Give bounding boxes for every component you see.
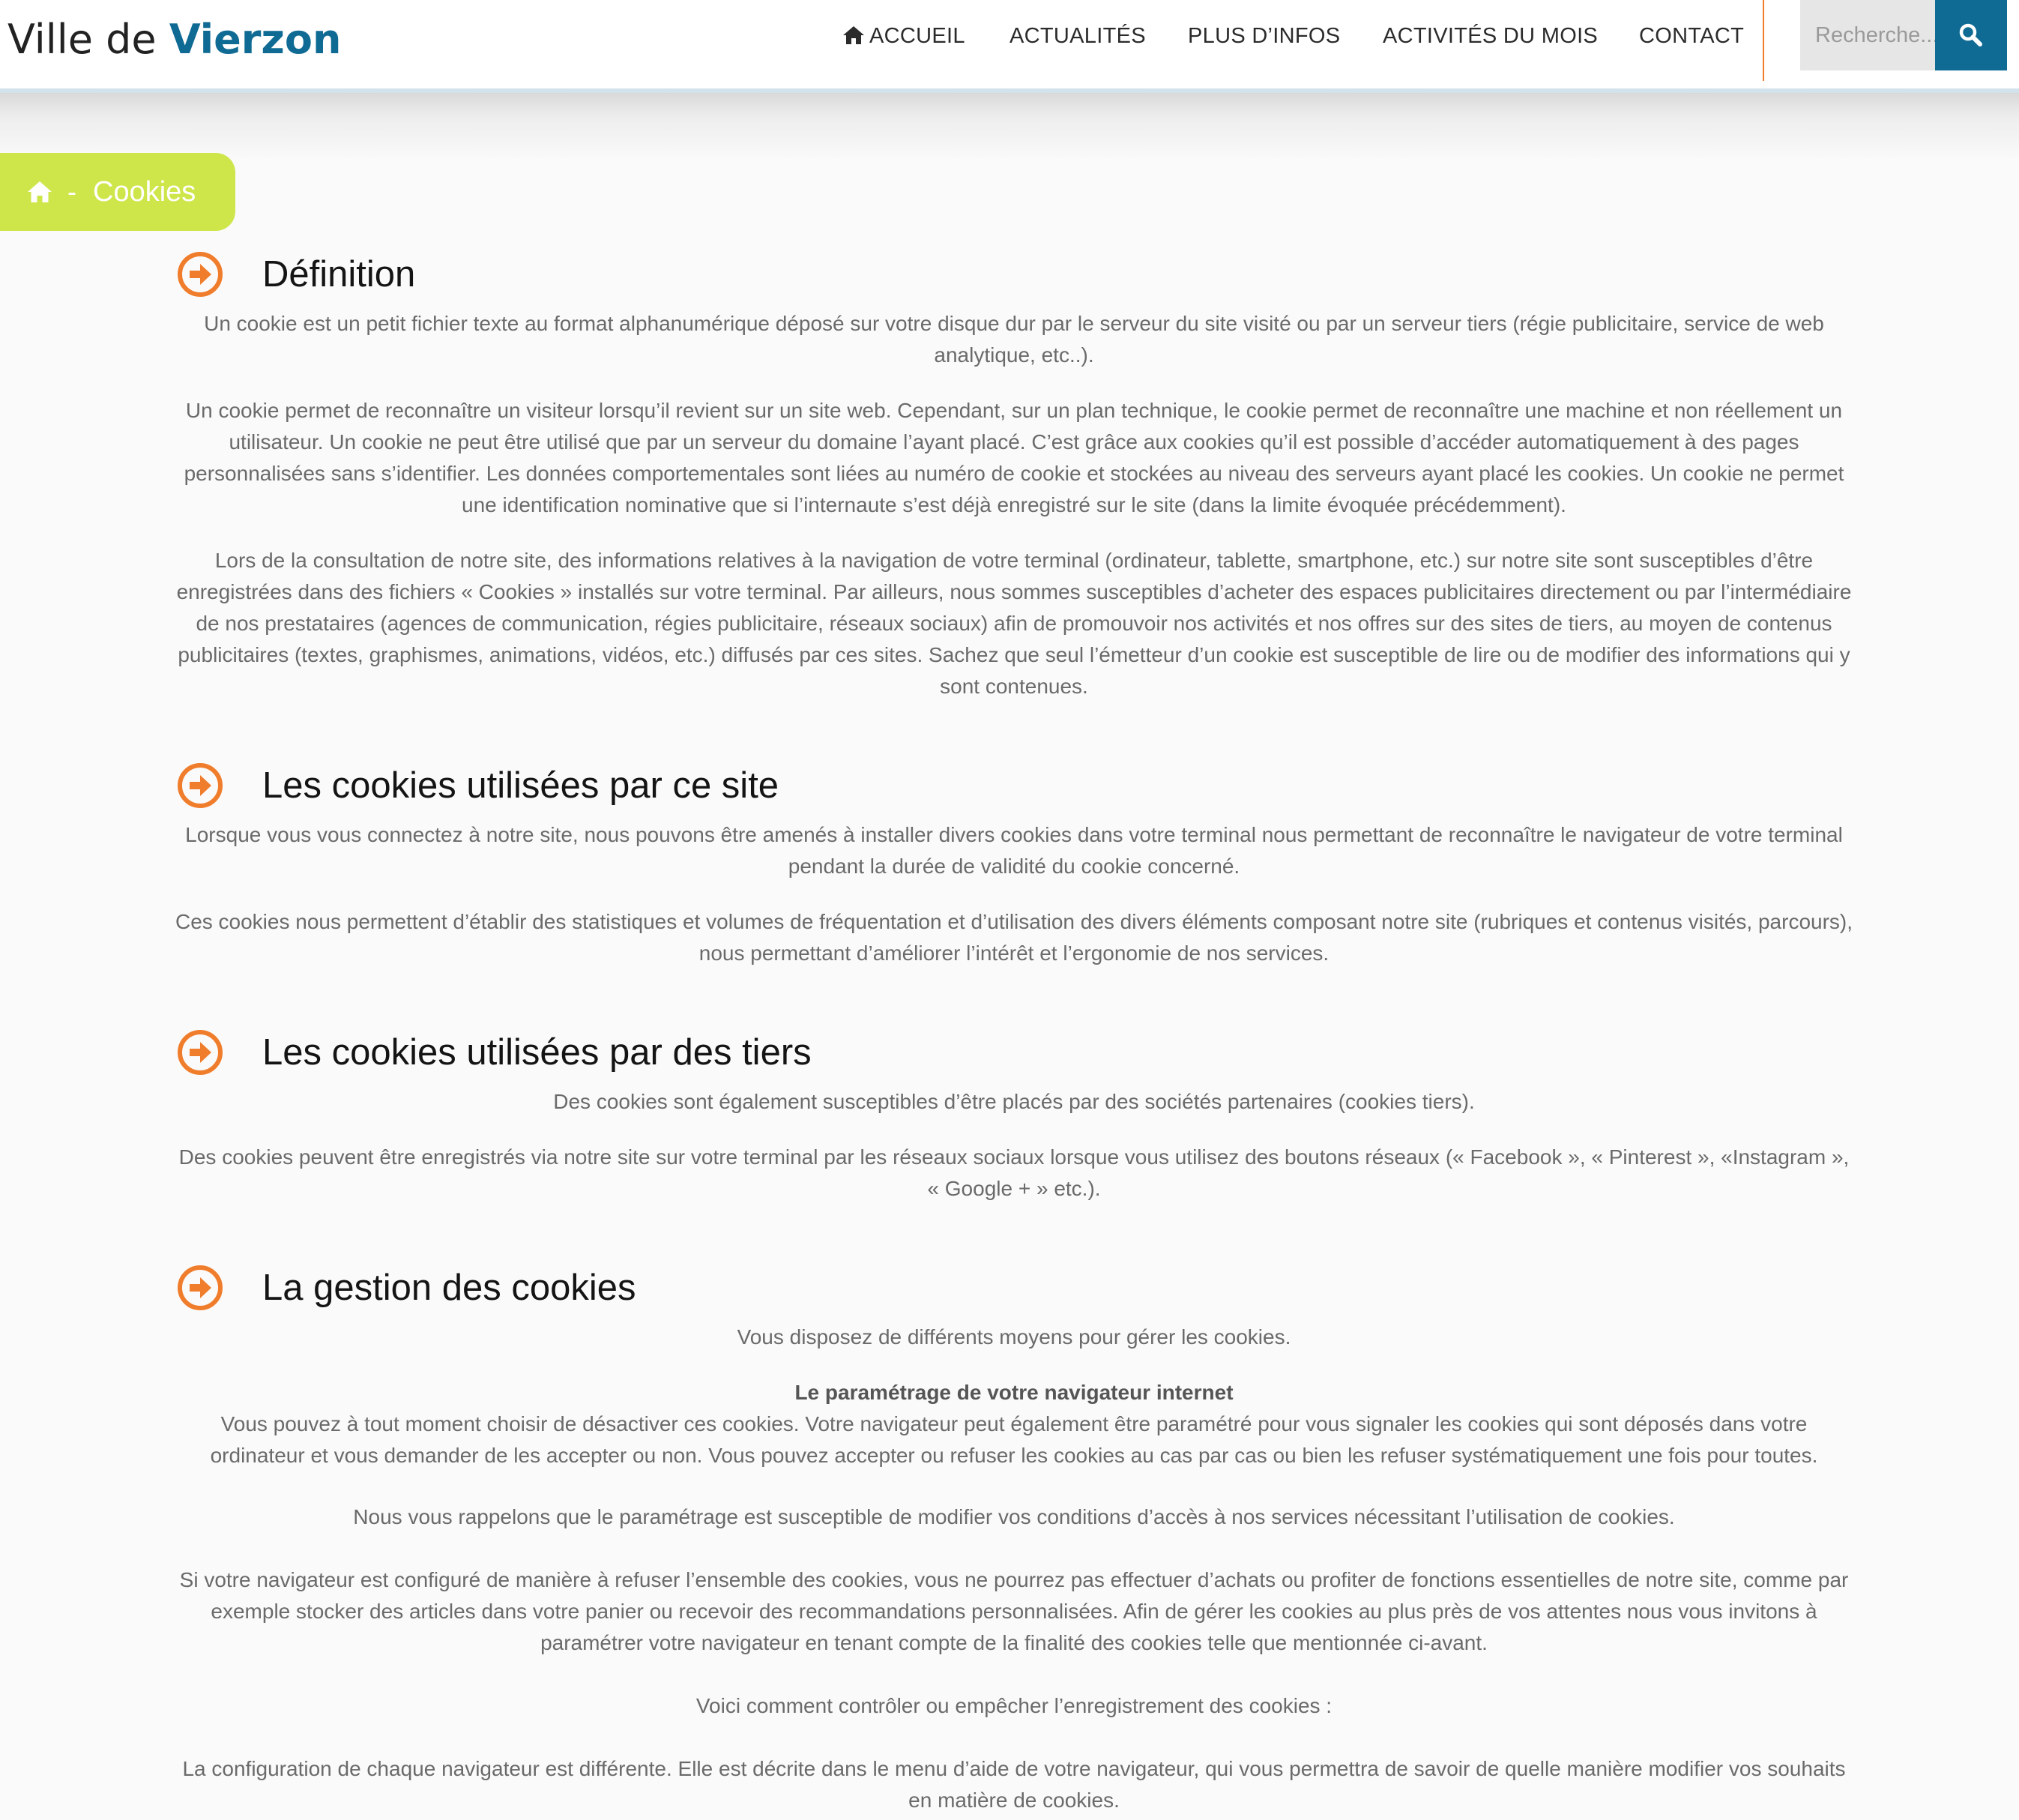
nav-item-activites-du-mois[interactable]: ACTIVITÉS DU MOIS: [1383, 21, 1598, 51]
site-logo[interactable]: Ville de Vierzon: [7, 13, 341, 66]
nav-item-plus-d-infos[interactable]: PLUS D’INFOS: [1188, 21, 1340, 51]
circle-arrow-right-icon: [178, 763, 223, 808]
header-shadow: [0, 93, 2019, 160]
logo-prefix: Ville de: [7, 16, 169, 63]
search-input[interactable]: [1800, 0, 1935, 70]
breadcrumb-home-icon[interactable]: [27, 181, 52, 203]
site-header: Ville de Vierzon ACCUEIL ACTUALITÉS PLUS…: [0, 0, 2019, 93]
section-paragraph: Vous disposez de différents moyens pour …: [737, 1325, 1291, 1349]
nav-item-label: ACTIVITÉS DU MOIS: [1383, 24, 1599, 48]
circle-arrow-right-icon: [178, 1265, 223, 1310]
section-paragraph: Des cookies sont également susceptibles …: [553, 1090, 1475, 1113]
logo-brand: Vierzon: [169, 16, 342, 63]
nav-item-contact[interactable]: CONTACT: [1639, 21, 1744, 51]
section-paragraph: Ces cookies nous permettent d’établir de…: [175, 910, 1853, 965]
nav-item-label: ACCUEIL: [869, 24, 965, 48]
search-button[interactable]: [1935, 0, 2007, 70]
section-paragraph: Des cookies peuvent être enregistrés via…: [178, 1145, 1850, 1200]
nav-item-actualites[interactable]: ACTUALITÉS: [1010, 21, 1146, 51]
section-paragraph: Lorsque vous vous connectez à notre site…: [185, 823, 1843, 878]
home-icon: [843, 26, 864, 44]
section-paragraph: Un cookie permet de reconnaître un visit…: [184, 399, 1844, 516]
section-paragraph: Un cookie est un petit fichier texte au …: [204, 312, 1824, 367]
section-heading-definition: Définition: [177, 250, 415, 298]
section-paragraph: Lors de la consultation de notre site, d…: [176, 549, 1852, 698]
section-paragraph: Nous vous rappelons que le paramétrage e…: [353, 1505, 1675, 1528]
nav-item-label: PLUS D’INFOS: [1188, 24, 1341, 48]
circle-arrow-right-icon: [178, 252, 223, 297]
nav-divider: [1763, 0, 1764, 81]
section-heading-cookies-ce-site: Les cookies utilisées par ce site: [177, 762, 779, 810]
section-title: Définition: [262, 254, 416, 295]
breadcrumb-current: Cookies: [93, 176, 196, 208]
nav-item-label: CONTACT: [1639, 24, 1745, 48]
breadcrumb-separator: -: [67, 176, 76, 207]
section-title: Les cookies utilisées par ce site: [262, 765, 779, 806]
nav-item-accueil[interactable]: ACCUEIL: [842, 21, 965, 51]
section-subheading: Le paramétrage de votre navigateur inter…: [794, 1381, 1234, 1404]
search-icon: [1959, 23, 1982, 46]
section-title: La gestion des cookies: [262, 1268, 636, 1308]
nav-item-label: ACTUALITÉS: [1010, 24, 1146, 48]
section-heading-cookies-tiers: Les cookies utilisées par des tiers: [177, 1028, 812, 1076]
section-paragraph: La configuration de chaque navigateur es…: [182, 1757, 1846, 1812]
breadcrumb: - Cookies: [0, 153, 235, 231]
section-paragraph: Si votre navigateur est configuré de man…: [179, 1568, 1849, 1654]
section-title: Les cookies utilisées par des tiers: [262, 1032, 812, 1073]
section-paragraph: Vous pouvez à tout moment choisir de dés…: [210, 1412, 1818, 1467]
circle-arrow-right-icon: [178, 1030, 223, 1075]
section-paragraph: Voici comment contrôler ou empêcher l’en…: [695, 1694, 1333, 1717]
section-heading-gestion-cookies: La gestion des cookies: [177, 1264, 636, 1312]
